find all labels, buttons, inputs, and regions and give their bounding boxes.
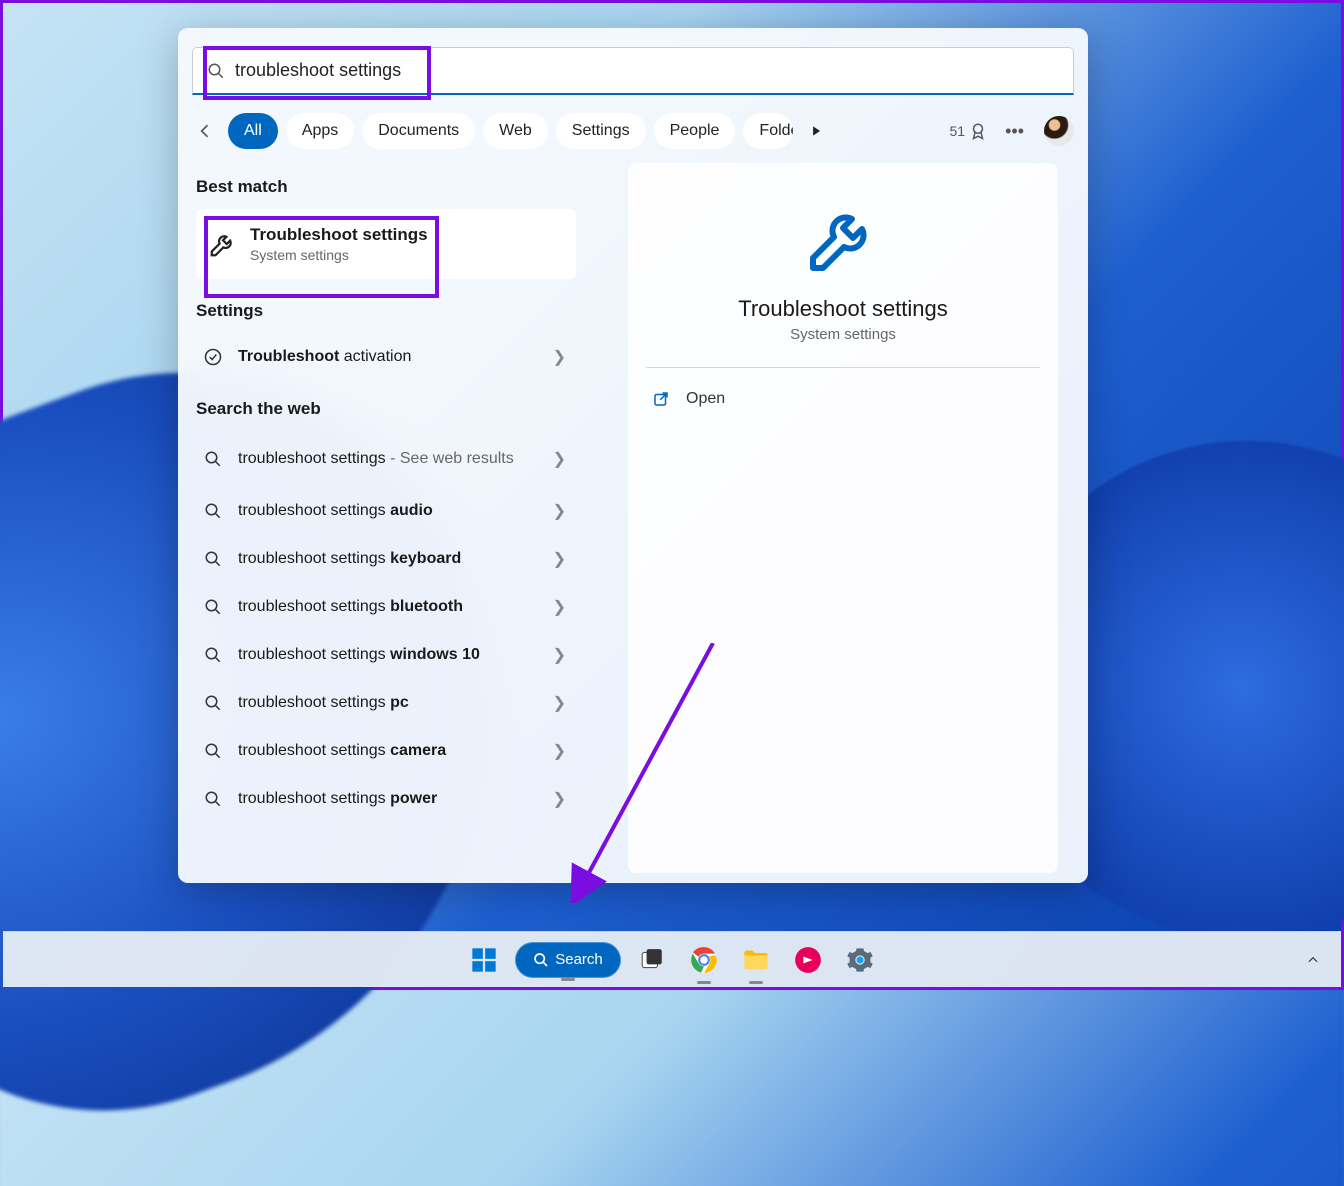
section-best-match: Best match bbox=[196, 177, 598, 197]
filter-tab-folders[interactable]: Folders bbox=[743, 113, 793, 149]
windows-icon bbox=[470, 946, 498, 974]
divider bbox=[646, 367, 1040, 368]
best-match-title: Troubleshoot settings bbox=[250, 225, 428, 245]
taskbar-explorer[interactable] bbox=[735, 939, 777, 981]
open-action[interactable]: Open bbox=[646, 380, 1040, 418]
web-result-label: troubleshoot settings windows 10 bbox=[238, 646, 539, 664]
wrench-icon bbox=[208, 229, 238, 259]
rewards-points[interactable]: 51 bbox=[950, 122, 988, 140]
search-icon bbox=[204, 646, 222, 664]
open-icon bbox=[652, 390, 670, 408]
search-icon bbox=[533, 952, 549, 968]
tray-overflow[interactable] bbox=[1299, 946, 1327, 974]
web-result-label: troubleshoot settings power bbox=[238, 790, 539, 808]
section-settings: Settings bbox=[196, 301, 598, 321]
rewards-count: 51 bbox=[950, 123, 966, 139]
filter-tab-people[interactable]: People bbox=[654, 113, 736, 149]
folder-icon bbox=[742, 946, 770, 974]
search-bar[interactable] bbox=[192, 47, 1074, 95]
web-result[interactable]: troubleshoot settings pc ❯ bbox=[196, 679, 576, 727]
web-result-label: troubleshoot settings pc bbox=[238, 694, 539, 712]
web-result[interactable]: troubleshoot settings bluetooth ❯ bbox=[196, 583, 576, 631]
wrench-icon bbox=[803, 198, 883, 278]
detail-column: Troubleshoot settings System settings Op… bbox=[598, 163, 1088, 873]
search-icon bbox=[204, 450, 222, 468]
web-result[interactable]: troubleshoot settings camera ❯ bbox=[196, 727, 576, 775]
settings-result-activation[interactable]: Troubleshoot activation ❯ bbox=[196, 333, 576, 381]
detail-subtitle: System settings bbox=[646, 326, 1040, 343]
task-view-icon bbox=[639, 947, 665, 973]
chevron-right-icon: ❯ bbox=[553, 693, 566, 713]
chevron-right-icon: ❯ bbox=[553, 597, 566, 617]
search-icon bbox=[207, 62, 225, 80]
search-icon bbox=[204, 742, 222, 760]
chrome-icon bbox=[690, 946, 718, 974]
web-result[interactable]: troubleshoot settings - See web results … bbox=[196, 431, 576, 487]
taskbar-settings[interactable] bbox=[839, 939, 881, 981]
chevron-up-icon bbox=[1306, 953, 1320, 967]
search-icon bbox=[204, 550, 222, 568]
chevron-right-icon: ❯ bbox=[553, 501, 566, 521]
filter-tab-documents[interactable]: Documents bbox=[362, 113, 475, 149]
chevron-right-icon: ❯ bbox=[553, 789, 566, 809]
web-result-label: troubleshoot settings camera bbox=[238, 742, 539, 760]
section-search-web: Search the web bbox=[196, 399, 598, 419]
chevron-right-icon: ❯ bbox=[553, 741, 566, 761]
best-match-subtitle: System settings bbox=[250, 247, 428, 263]
taskbar-app-pink[interactable] bbox=[787, 939, 829, 981]
filter-tab-apps[interactable]: Apps bbox=[286, 113, 354, 149]
taskbar: Search bbox=[3, 931, 1341, 987]
app-icon bbox=[794, 946, 822, 974]
web-result-label: troubleshoot settings bluetooth bbox=[238, 598, 539, 616]
web-result[interactable]: troubleshoot settings power ❯ bbox=[196, 775, 576, 823]
best-match-result[interactable]: Troubleshoot settings System settings bbox=[196, 209, 576, 279]
gear-icon bbox=[846, 946, 874, 974]
search-input[interactable] bbox=[235, 60, 1059, 81]
web-result[interactable]: troubleshoot settings keyboard ❯ bbox=[196, 535, 576, 583]
open-label: Open bbox=[686, 390, 725, 408]
search-icon bbox=[204, 790, 222, 808]
detail-title: Troubleshoot settings bbox=[646, 296, 1040, 322]
search-icon bbox=[204, 598, 222, 616]
start-button[interactable] bbox=[463, 939, 505, 981]
taskbar-search-button[interactable]: Search bbox=[515, 942, 621, 978]
web-result-label: troubleshoot settings audio bbox=[238, 502, 539, 520]
chevron-right-icon: ❯ bbox=[553, 347, 566, 367]
search-icon bbox=[204, 502, 222, 520]
filter-tab-web[interactable]: Web bbox=[483, 113, 548, 149]
taskbar-task-view[interactable] bbox=[631, 939, 673, 981]
windows-search-panel: All Apps Documents Web Settings People F… bbox=[178, 28, 1088, 883]
taskbar-chrome[interactable] bbox=[683, 939, 725, 981]
web-result[interactable]: troubleshoot settings audio ❯ bbox=[196, 487, 576, 535]
more-options[interactable]: ••• bbox=[999, 121, 1030, 142]
chevron-right-icon: ❯ bbox=[553, 449, 566, 469]
back-button[interactable] bbox=[192, 118, 218, 144]
chevron-right-icon: ❯ bbox=[553, 645, 566, 665]
settings-result-label: Troubleshoot activation bbox=[238, 348, 539, 366]
taskbar-search-label: Search bbox=[555, 951, 603, 968]
filter-tab-settings[interactable]: Settings bbox=[556, 113, 646, 149]
medal-icon bbox=[969, 122, 987, 140]
results-column: Best match Troubleshoot settings System … bbox=[178, 163, 598, 873]
filter-scroll-right[interactable] bbox=[801, 116, 831, 146]
filter-tab-all[interactable]: All bbox=[228, 113, 278, 149]
search-icon bbox=[204, 694, 222, 712]
chevron-right-icon: ❯ bbox=[553, 549, 566, 569]
filter-row: All Apps Documents Web Settings People F… bbox=[178, 95, 1088, 163]
web-result-label: troubleshoot settings keyboard bbox=[238, 550, 539, 568]
detail-card: Troubleshoot settings System settings Op… bbox=[628, 163, 1058, 873]
web-result[interactable]: troubleshoot settings windows 10 ❯ bbox=[196, 631, 576, 679]
checkmark-circle-icon bbox=[203, 347, 223, 367]
web-result-label: troubleshoot settings - See web results bbox=[238, 449, 539, 470]
user-avatar[interactable] bbox=[1044, 116, 1074, 146]
